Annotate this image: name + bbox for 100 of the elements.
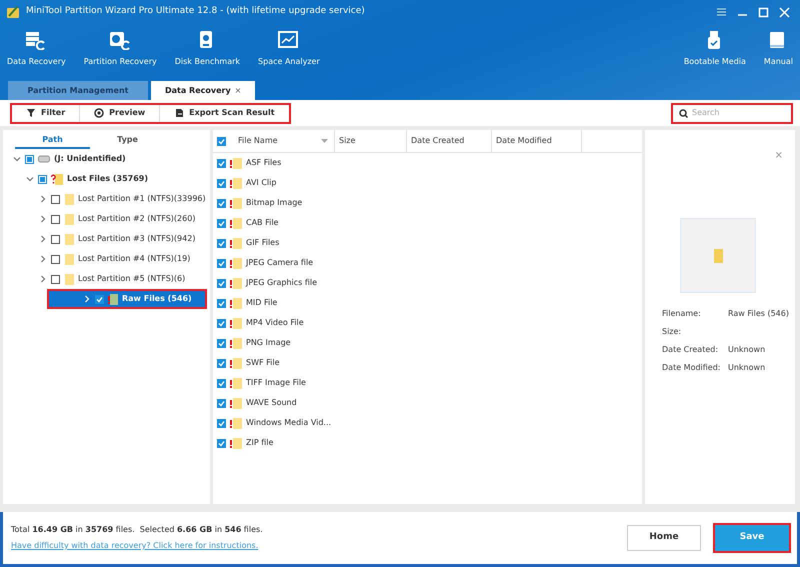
file-row[interactable]: SWF File	[213, 353, 642, 373]
eye-icon	[94, 108, 104, 118]
file-row[interactable]: MP4 Video File	[213, 313, 642, 333]
toolbar-button[interactable]: Disk Benchmark	[172, 24, 244, 68]
chevron-down-icon[interactable]	[13, 155, 21, 163]
folder-icon	[64, 194, 74, 204]
tab[interactable]: Type	[90, 132, 165, 149]
maximize-icon[interactable]	[758, 6, 769, 18]
chevron-right-icon[interactable]	[83, 295, 91, 303]
folder-icon	[64, 274, 74, 284]
menu-icon[interactable]	[716, 6, 727, 18]
folder-warning-icon	[230, 338, 242, 348]
tree-item[interactable]: Raw Files (546)	[47, 289, 207, 309]
checkbox[interactable]	[217, 358, 226, 368]
tree-item[interactable]: Lost Partition #5 (NTFS)(6)	[3, 269, 210, 289]
search-field[interactable]: Search	[671, 102, 793, 124]
column-header[interactable]: File Name	[238, 135, 278, 147]
column-header[interactable]: Date Modified	[496, 135, 552, 147]
checkbox[interactable]	[217, 238, 226, 248]
tab[interactable]: Partition Management	[8, 81, 148, 100]
checkbox[interactable]	[51, 274, 60, 284]
folder-warning-icon	[230, 318, 242, 328]
tree-item[interactable]: Lost Partition #4 (NTFS)(19)	[3, 249, 210, 269]
checkbox[interactable]	[217, 338, 226, 348]
file-name: Windows Media Vid...	[246, 417, 332, 429]
file-name: JPEG Camera file	[246, 257, 314, 269]
folder-warning-icon	[230, 198, 242, 208]
file-row[interactable]: ASF Files	[213, 153, 642, 173]
tree-item[interactable]: Lost Partition #1 (NTFS)(33996)	[3, 189, 210, 209]
checkbox[interactable]	[217, 438, 226, 448]
file-row[interactable]: GIF Files	[213, 233, 642, 253]
checkbox[interactable]	[217, 136, 226, 146]
toolbar-button[interactable]: Space Analyzer	[255, 24, 323, 68]
chevron-right-icon[interactable]	[39, 235, 47, 243]
checkbox[interactable]	[51, 214, 60, 224]
tab[interactable]: Path	[15, 132, 90, 149]
folder-question-icon	[51, 174, 63, 184]
tree-label: Lost Partition #3 (NTFS)(942)	[78, 233, 196, 245]
toolbar-button[interactable]: Bootable Media	[680, 24, 749, 68]
check-icon	[218, 180, 225, 186]
checkbox[interactable]	[38, 174, 47, 184]
tab-close-icon[interactable]: ×	[234, 84, 242, 96]
check-icon	[218, 340, 225, 346]
toolbar-button[interactable]: Manual	[760, 24, 796, 68]
chevron-right-icon[interactable]	[39, 195, 47, 203]
file-name: MID File	[246, 297, 278, 309]
check-icon	[218, 200, 225, 206]
file-row[interactable]: WAVE Sound	[213, 393, 642, 413]
tree-item[interactable]: (J: Unidentified)	[3, 149, 210, 169]
file-row[interactable]: JPEG Graphics file	[213, 273, 642, 293]
tree-item[interactable]: Lost Partition #3 (NTFS)(942)	[3, 229, 210, 249]
file-row[interactable]: TIFF Image File	[213, 373, 642, 393]
folder-warning-icon	[230, 438, 242, 448]
column-header[interactable]: Date Created	[411, 135, 464, 147]
tree-item[interactable]: Lost Files (35769)	[3, 169, 210, 189]
chevron-right-icon[interactable]	[39, 275, 47, 283]
toolbar-button[interactable]: Partition Recovery	[80, 24, 160, 68]
checkbox[interactable]	[51, 234, 60, 244]
search-icon	[679, 108, 688, 118]
checkbox[interactable]	[217, 318, 226, 328]
checkbox[interactable]	[217, 418, 226, 428]
checkbox[interactable]	[217, 218, 226, 228]
checkbox[interactable]	[25, 154, 34, 164]
check-icon	[218, 220, 225, 226]
checkbox[interactable]	[217, 298, 226, 308]
checkbox[interactable]	[217, 198, 226, 208]
column-header[interactable]: Size	[339, 135, 356, 147]
file-row[interactable]: ZIP file	[213, 433, 642, 453]
tree-label: Lost Partition #2 (NTFS)(260)	[78, 213, 196, 225]
file-row[interactable]: Bitmap Image	[213, 193, 642, 213]
check-icon	[218, 300, 225, 306]
tree-item[interactable]: Lost Partition #2 (NTFS)(260)	[3, 209, 210, 229]
checkbox[interactable]	[51, 194, 60, 204]
checkbox[interactable]	[217, 178, 226, 188]
tab[interactable]: Data Recovery ×	[151, 81, 256, 100]
checkbox[interactable]	[217, 158, 226, 168]
checkbox[interactable]	[217, 258, 226, 268]
file-row[interactable]: CAB File	[213, 213, 642, 233]
toolbar-button[interactable]: Data Recovery	[4, 24, 69, 68]
close-icon[interactable]	[779, 6, 790, 18]
window-title: MiniTool Partition Wizard Pro Ultimate 12.8 - (with lifetime upgrade service)	[26, 5, 365, 18]
check-icon	[218, 260, 225, 266]
chevron-down-icon[interactable]	[26, 175, 34, 183]
file-row[interactable]: AVI Clip	[213, 173, 642, 193]
checkbox[interactable]	[217, 398, 226, 408]
file-name: SWF File	[246, 357, 280, 369]
footer-button[interactable]: Home	[627, 525, 701, 551]
checkbox[interactable]	[95, 294, 104, 304]
checkbox[interactable]	[217, 278, 226, 288]
file-row[interactable]: Windows Media Vid...	[213, 413, 642, 433]
check-icon	[218, 380, 225, 386]
file-row[interactable]: PNG Image	[213, 333, 642, 353]
checkbox[interactable]	[217, 378, 226, 388]
file-row[interactable]: JPEG Camera file	[213, 253, 642, 273]
checkbox[interactable]	[51, 254, 60, 264]
chevron-right-icon[interactable]	[39, 255, 47, 263]
file-row[interactable]: MID File	[213, 293, 642, 313]
folder-warning-icon	[230, 278, 242, 288]
chevron-right-icon[interactable]	[39, 215, 47, 223]
sort-arrow-icon	[321, 139, 328, 143]
